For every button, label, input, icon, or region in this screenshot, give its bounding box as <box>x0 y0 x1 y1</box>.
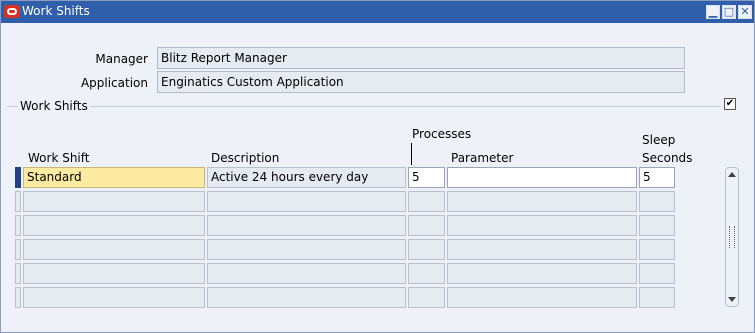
description-cell[interactable] <box>207 215 406 236</box>
parameter-cell[interactable] <box>447 263 637 284</box>
oracle-logo-icon <box>4 5 20 18</box>
manager-field[interactable]: Blitz Report Manager <box>157 47 685 69</box>
processes-cell[interactable]: 5 <box>408 167 445 188</box>
work-shift-cell[interactable] <box>23 239 205 260</box>
description-cell[interactable]: Active 24 hours every day <box>207 167 406 188</box>
description-cell[interactable] <box>207 287 406 308</box>
row-indicator[interactable] <box>15 263 21 284</box>
section-title: Work Shifts <box>18 99 90 113</box>
row-indicator[interactable] <box>15 167 21 188</box>
row-indicator[interactable] <box>15 191 21 212</box>
column-header-seconds: Seconds <box>642 151 693 165</box>
parameter-cell[interactable] <box>447 167 637 188</box>
sleep-seconds-cell[interactable] <box>639 215 675 236</box>
sleep-seconds-cell[interactable] <box>639 287 675 308</box>
sleep-seconds-cell[interactable] <box>639 239 675 260</box>
column-header-work-shift: Work Shift <box>28 151 90 165</box>
processes-column-marker <box>411 143 412 165</box>
close-button[interactable]: ✕ <box>738 5 752 19</box>
minimize-button[interactable]: ▁ <box>706 5 720 19</box>
work-shift-cell[interactable]: Standard <box>23 167 205 188</box>
section-checkbox[interactable]: ✔ <box>724 98 736 110</box>
work-shift-cell[interactable] <box>23 287 205 308</box>
description-cell[interactable] <box>207 263 406 284</box>
processes-cell[interactable] <box>408 287 445 308</box>
row-indicator[interactable] <box>15 239 21 260</box>
application-label: Application <box>80 76 148 90</box>
row-indicator[interactable] <box>15 287 21 308</box>
application-field[interactable]: Enginatics Custom Application <box>157 71 685 93</box>
column-header-processes: Processes <box>412 127 472 141</box>
sleep-seconds-cell[interactable] <box>639 191 675 212</box>
work-shift-cell[interactable] <box>23 191 205 212</box>
processes-cell[interactable] <box>408 239 445 260</box>
manager-label: Manager <box>95 52 148 66</box>
parameter-cell[interactable] <box>447 191 637 212</box>
row-indicator[interactable] <box>15 215 21 236</box>
work-shift-cell[interactable] <box>23 215 205 236</box>
parameter-cell[interactable] <box>447 215 637 236</box>
processes-cell[interactable] <box>408 263 445 284</box>
processes-cell[interactable] <box>408 191 445 212</box>
work-shift-cell[interactable] <box>23 263 205 284</box>
window-title: Work Shifts <box>22 4 90 18</box>
parameter-cell[interactable] <box>447 287 637 308</box>
processes-cell[interactable] <box>408 215 445 236</box>
sleep-seconds-cell[interactable] <box>639 263 675 284</box>
scroll-up-icon[interactable] <box>728 172 736 177</box>
title-bar: Work Shifts ▁ □ ✕ <box>1 1 754 23</box>
vertical-scrollbar[interactable] <box>725 167 739 307</box>
description-cell[interactable] <box>207 191 406 212</box>
work-shifts-window: Work Shifts ▁ □ ✕ Manager Blitz Report M… <box>0 0 755 333</box>
scroll-grip-icon[interactable] <box>729 226 735 248</box>
description-cell[interactable] <box>207 239 406 260</box>
sleep-seconds-cell[interactable]: 5 <box>639 167 675 188</box>
scroll-down-icon[interactable] <box>728 297 736 302</box>
column-header-description: Description <box>211 151 280 165</box>
parameter-cell[interactable] <box>447 239 637 260</box>
column-header-sleep: Sleep <box>642 133 676 147</box>
column-header-parameter: Parameter <box>451 151 514 165</box>
section-divider <box>7 106 721 107</box>
maximize-button[interactable]: □ <box>722 5 736 19</box>
